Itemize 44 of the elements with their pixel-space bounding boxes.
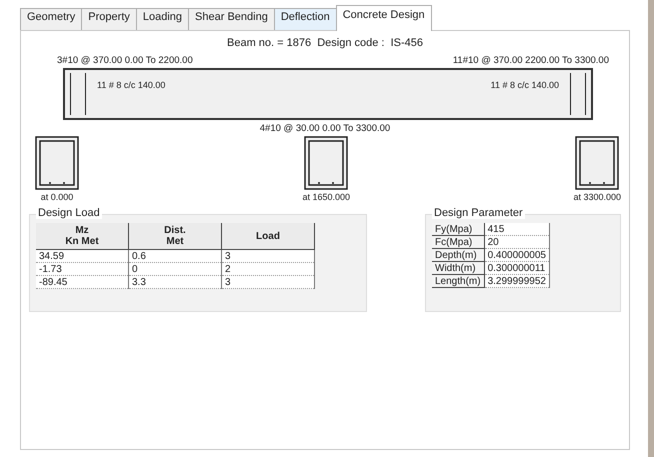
group-title: Design Parameter <box>432 207 525 219</box>
table-cell: -1.73 <box>36 262 128 276</box>
tab[interactable]: Deflection <box>274 8 337 30</box>
table-cell: 3 <box>222 250 314 262</box>
tab[interactable]: Concrete Design <box>336 5 432 31</box>
bottom-bar-label: 4#10 @ 30.00 0.00 To 3300.00 <box>258 123 392 134</box>
stirrup-icon <box>570 73 586 115</box>
stirrup-label: 11 # 8 c/c 140.00 <box>490 80 559 92</box>
table-cell: 0.400000005 <box>484 248 550 262</box>
tab[interactable]: Loading <box>136 8 190 30</box>
section-label: at 1650.000 <box>302 192 350 202</box>
table-cell: Fc(Mpa) <box>432 236 484 248</box>
table-cell: 0.300000011 <box>484 262 550 274</box>
top-bar-label: 11#10 @ 370.00 2200.00 To 3300.00 <box>452 55 609 66</box>
table-cell: -89.45 <box>36 276 128 288</box>
tab[interactable]: Property <box>81 8 137 30</box>
section-drawing <box>304 136 348 190</box>
column-header: Mz Kn Met <box>36 223 128 250</box>
column-header: Dist. Met <box>128 223 222 250</box>
section-label: at 3300.000 <box>573 192 621 202</box>
section-label: at 0.000 <box>40 192 74 202</box>
tab[interactable]: Shear Bending <box>188 8 275 30</box>
group-title: Design Load <box>36 207 102 219</box>
section-drawing <box>35 136 79 190</box>
table-cell: 3.299999952 <box>484 274 550 288</box>
table-cell: 20 <box>484 236 550 248</box>
table-cell: Depth(m) <box>432 248 484 262</box>
table-cell: 0.6 <box>128 250 222 262</box>
stirrup-icon <box>70 73 86 115</box>
table-cell: Fy(Mpa) <box>432 223 484 236</box>
tab[interactable]: Geometry <box>20 8 82 30</box>
top-bar-label: 3#10 @ 370.00 0.00 To 2200.00 <box>57 55 193 66</box>
table-cell: Width(m) <box>432 262 484 274</box>
table-cell: 34.59 <box>36 250 128 262</box>
section-drawing <box>575 136 620 190</box>
beam-header: Beam no. = 1876 Design code : IS-456 <box>226 37 424 49</box>
table-cell: 415 <box>484 223 550 236</box>
table-cell: 2 <box>222 262 314 276</box>
stirrup-label: 11 # 8 c/c 140.00 <box>97 80 166 92</box>
table-cell: 0 <box>128 262 222 276</box>
column-header: Load <box>222 223 314 250</box>
table-cell: 3.3 <box>128 276 222 288</box>
table-cell: Length(m) <box>432 274 484 288</box>
table-cell: 3 <box>222 276 314 288</box>
